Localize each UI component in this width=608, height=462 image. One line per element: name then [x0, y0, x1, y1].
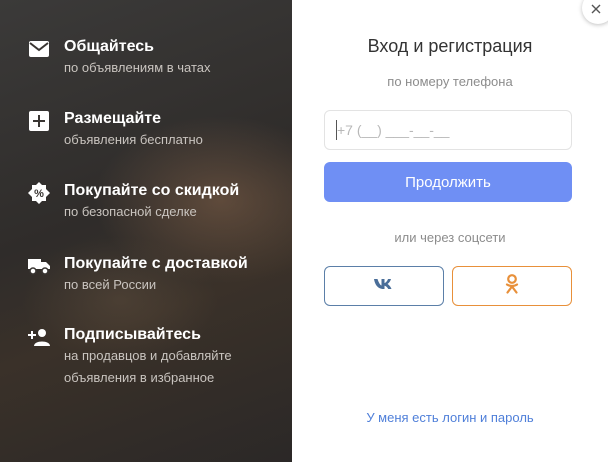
- feature-title: Подписывайтесь: [64, 326, 201, 343]
- feature-post: Размещайте объявления бесплатно: [28, 110, 203, 152]
- ok-login-button[interactable]: [452, 266, 572, 306]
- feature-title: Покупайте со скидкой: [64, 182, 240, 199]
- auth-modal: Общайтесь по объявлениям в чатах Размеща…: [0, 0, 608, 462]
- login-password-link[interactable]: У меня есть логин и пароль: [292, 410, 608, 425]
- auth-title: Вход и регистрация: [367, 36, 533, 56]
- feature-subtitle: по объявлениям в чатах: [64, 60, 211, 75]
- feature-subtitle: по всей России: [64, 277, 157, 292]
- close-icon: [591, 0, 601, 19]
- svg-text:%: %: [34, 188, 44, 200]
- feature-chat: Общайтесь по объявлениям в чатах: [28, 38, 211, 80]
- feature-title: Покупайте с доставкой: [64, 255, 248, 272]
- truck-icon: [28, 255, 50, 277]
- feature-subscribe: Подписывайтесь на продавцов и добавляйте…: [28, 326, 232, 390]
- mail-icon: [28, 38, 50, 60]
- text-caret: [336, 120, 337, 140]
- vk-login-button[interactable]: [324, 266, 444, 306]
- social-label: или через соцсети: [394, 230, 506, 245]
- add-person-icon: [28, 326, 50, 348]
- feature-title: Размещайте: [64, 110, 162, 127]
- feature-title: Общайтесь: [64, 38, 155, 55]
- feature-discount: % Покупайте со скидкой по безопасной сде…: [28, 182, 239, 224]
- feature-subtitle: объявления бесплатно: [64, 132, 203, 147]
- vk-icon: [374, 277, 394, 295]
- phone-input[interactable]: [324, 110, 572, 150]
- feature-subtitle: на продавцов и добавляйте: [64, 348, 232, 363]
- odnoklassniki-icon: [505, 273, 519, 299]
- continue-button[interactable]: Продолжить: [324, 162, 572, 202]
- plus-square-icon: [28, 110, 50, 132]
- auth-subtitle: по номеру телефона: [387, 74, 513, 89]
- auth-panel: Вход и регистрация по номеру телефона Пр…: [292, 0, 608, 462]
- feature-subtitle: по безопасной сделке: [64, 204, 197, 219]
- feature-subtitle-line2: объявления в избранное: [64, 370, 215, 385]
- features-panel: Общайтесь по объявлениям в чатах Размеща…: [0, 0, 292, 462]
- feature-delivery: Покупайте с доставкой по всей России: [28, 255, 248, 297]
- discount-badge-icon: %: [28, 182, 50, 204]
